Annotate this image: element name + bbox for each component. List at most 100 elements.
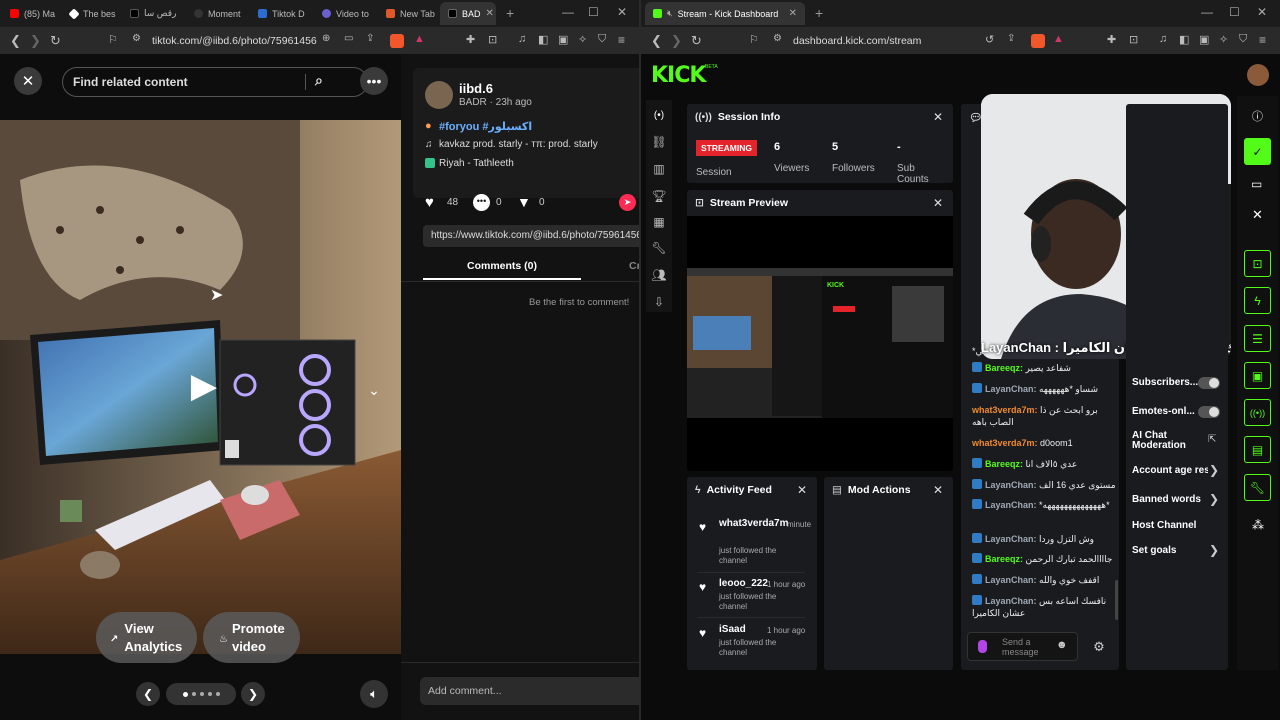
chat-username[interactable]: what3verda7m: bbox=[972, 438, 1038, 448]
tab-comments[interactable]: Comments (0) bbox=[423, 260, 581, 272]
database-icon[interactable]: ☰ bbox=[1244, 325, 1271, 352]
forward-icon[interactable]: ❯ bbox=[30, 33, 41, 49]
tab-video-to[interactable]: Video to bbox=[314, 2, 376, 25]
users-icon[interactable]: 👥︎ bbox=[646, 264, 672, 286]
tab-search-icon[interactable]: ⊡ bbox=[488, 33, 497, 46]
reload-icon[interactable]: ↻ bbox=[691, 33, 702, 49]
wrench-icon[interactable]: 🔧︎ bbox=[646, 237, 672, 259]
chat-username[interactable]: LayanChan: bbox=[985, 480, 1037, 490]
share-link-field[interactable]: https://www.tiktok.com/@iibd.6/photo/759… bbox=[423, 225, 640, 247]
tab-the-best[interactable]: The bes bbox=[62, 2, 122, 25]
music-icon[interactable]: ♫ bbox=[1159, 33, 1167, 45]
external-link-icon[interactable]: ⇱ bbox=[1208, 434, 1216, 445]
wallet-icon[interactable]: ▣ bbox=[1199, 33, 1209, 46]
share-icon[interactable]: ⇪ bbox=[366, 33, 374, 44]
wallet-icon[interactable]: ▣ bbox=[558, 33, 568, 46]
chevron-down-icon[interactable]: ⌄ bbox=[364, 380, 384, 400]
back-icon[interactable]: ❮ bbox=[651, 33, 662, 49]
chat-username[interactable]: what3verda7m: bbox=[972, 405, 1038, 415]
send-message-input[interactable]: Send a message ☻ bbox=[967, 632, 1078, 661]
sound-name[interactable]: kavkaz prod. starly - тπ: prod. starly bbox=[439, 139, 598, 150]
dot[interactable] bbox=[199, 692, 204, 696]
dot[interactable] bbox=[191, 692, 196, 696]
brave-shields-icon[interactable] bbox=[390, 34, 404, 48]
chat-username[interactable]: Bareeqz: bbox=[985, 363, 1023, 373]
minimize-button[interactable]: — bbox=[562, 5, 574, 19]
url-field[interactable]: tiktok.com/@iibd.6/photo/75961456... bbox=[152, 31, 317, 51]
broadcast-tool-icon[interactable]: ((•)) bbox=[1244, 399, 1271, 426]
extensions-icon[interactable]: ✚ bbox=[466, 33, 475, 46]
apps-icon[interactable]: ⁂ bbox=[1252, 518, 1264, 532]
hashtags[interactable]: #foryou #اكسبلور bbox=[439, 120, 532, 133]
ai-chat-moderation-setting[interactable]: AI Chat Moderation bbox=[1132, 431, 1202, 451]
menu-icon[interactable]: ≡ bbox=[618, 33, 625, 47]
stream-broadcast-icon[interactable]: (•) bbox=[646, 104, 672, 126]
music-icon[interactable]: ♫ bbox=[518, 33, 526, 45]
tab-new-tab[interactable]: New Tab bbox=[378, 2, 440, 25]
brave-rewards-icon[interactable]: ▲ bbox=[414, 33, 425, 45]
view-analytics-button[interactable]: ↗ View Analytics bbox=[96, 612, 197, 663]
brave-shields-icon[interactable] bbox=[1031, 34, 1045, 48]
bookmark-icon[interactable]: ⚐ bbox=[108, 33, 118, 46]
maximize-button[interactable]: ☐ bbox=[1229, 5, 1240, 19]
cast-icon[interactable]: ▭ bbox=[344, 33, 353, 44]
bookmark-icon[interactable]: ⚐ bbox=[749, 33, 759, 46]
tab-tiktok-dance[interactable]: رقص سا bbox=[122, 2, 184, 25]
chat-username[interactable]: LayanChan: bbox=[985, 534, 1037, 544]
user-avatar[interactable] bbox=[1247, 64, 1269, 86]
history-icon[interactable]: ↺ bbox=[985, 33, 994, 46]
kick-logo[interactable]: KICK bbox=[651, 63, 706, 88]
tab-kick-dashboard[interactable]: 🔇︎ Stream - Kick Dashboard ✕ bbox=[645, 2, 805, 25]
tab-moment[interactable]: Moment bbox=[186, 2, 248, 25]
share-icon[interactable]: ➤ bbox=[619, 194, 636, 211]
lightning-icon[interactable]: ϟ bbox=[1244, 287, 1271, 314]
url-field[interactable]: dashboard.kick.com/stream bbox=[793, 31, 993, 51]
search-icon[interactable]: ⌕ bbox=[315, 72, 323, 89]
chat-username[interactable]: LayanChan: bbox=[985, 500, 1037, 510]
close-stream-preview-icon[interactable]: ✕ bbox=[933, 196, 943, 210]
play-icon[interactable]: ▶ bbox=[186, 367, 222, 405]
site-settings-icon[interactable]: ⚙ bbox=[132, 33, 141, 44]
dot[interactable] bbox=[207, 692, 212, 696]
dot[interactable] bbox=[215, 692, 220, 696]
close-mod-actions-icon[interactable]: ✕ bbox=[933, 483, 943, 497]
layers-icon[interactable]: ▤ bbox=[1244, 436, 1271, 463]
author-name[interactable]: iibd.6 bbox=[459, 81, 493, 96]
window-close-button[interactable]: ✕ bbox=[617, 5, 627, 19]
tab-youtube[interactable]: (85) Ma bbox=[2, 2, 62, 25]
wrench-tool-icon[interactable]: 🔧︎ bbox=[1244, 474, 1271, 501]
chat-username[interactable]: Bareeqz: bbox=[985, 554, 1023, 564]
like-icon[interactable]: ♥ bbox=[425, 194, 434, 211]
leo-icon[interactable]: ✧ bbox=[1219, 33, 1228, 46]
author-avatar[interactable] bbox=[425, 81, 453, 109]
account-age-setting[interactable]: Account age res bbox=[1132, 465, 1208, 476]
volume-icon[interactable]: 🔈︎ bbox=[360, 680, 388, 708]
emotes-only-toggle[interactable] bbox=[1198, 406, 1220, 418]
brave-rewards-icon[interactable]: ▲ bbox=[1053, 33, 1064, 45]
add-comment-input[interactable]: Add comment... bbox=[420, 677, 640, 705]
subscribers-only-toggle[interactable] bbox=[1198, 377, 1220, 389]
share-icon[interactable]: ⇪ bbox=[1007, 33, 1015, 44]
chat-bubble-icon[interactable]: ▣ bbox=[1244, 362, 1271, 389]
reload-icon[interactable]: ↻ bbox=[50, 33, 61, 49]
tab-tiktok-downloader[interactable]: Tiktok D bbox=[250, 2, 312, 25]
chevron-right-icon[interactable]: ❯ bbox=[1209, 463, 1219, 477]
close-tab-icon[interactable]: ✕ bbox=[486, 8, 494, 19]
next-photo-button[interactable]: ❯ bbox=[241, 682, 265, 706]
chat-username[interactable]: Bareeqz: bbox=[985, 459, 1023, 469]
close-activity-feed-icon[interactable]: ✕ bbox=[797, 483, 807, 497]
close-viewer-icon[interactable]: ✕ bbox=[14, 67, 42, 95]
promote-video-button[interactable]: ♨ Promote video bbox=[203, 612, 300, 663]
back-icon[interactable]: ❮ bbox=[10, 33, 21, 49]
chat-username[interactable]: LayanChan: bbox=[985, 384, 1037, 394]
site-settings-icon[interactable]: ⚙ bbox=[773, 33, 782, 44]
dot-active[interactable] bbox=[182, 691, 188, 697]
maximize-button[interactable]: ☐ bbox=[588, 5, 599, 19]
microphone-icon[interactable] bbox=[978, 640, 987, 653]
tab-bad-active[interactable]: BAD ✕ bbox=[440, 2, 496, 25]
trophy-icon[interactable]: 🏆︎ bbox=[646, 185, 672, 207]
emoji-icon[interactable]: ☻ bbox=[1056, 639, 1068, 651]
chat-username[interactable]: LayanChan: bbox=[985, 575, 1037, 585]
more-options-icon[interactable]: ••• bbox=[360, 67, 388, 95]
window-close-button[interactable]: ✕ bbox=[1257, 5, 1267, 19]
